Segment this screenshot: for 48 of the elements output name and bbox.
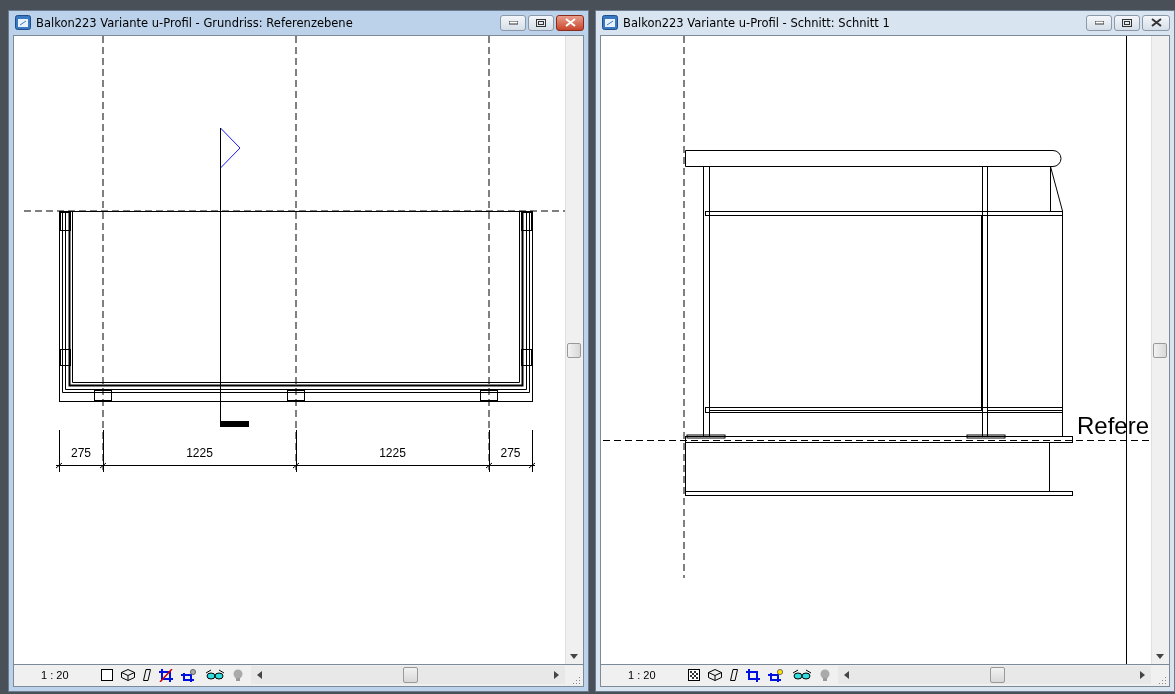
resize-grip-icon[interactable] [571,674,580,684]
dimension-text: 1225 [379,445,406,460]
maximize-button[interactable] [1114,14,1140,31]
glasses-icon[interactable] [205,669,225,682]
resize-grip-icon[interactable] [1157,674,1166,684]
crop-lightbulb-icon[interactable] [768,668,784,682]
cube-icon[interactable] [708,669,722,682]
scrollbar-thumb[interactable] [990,667,1005,684]
restore-icon [536,18,546,27]
glasses-icon[interactable] [792,669,812,682]
crop-icon[interactable] [746,668,760,682]
dimension-text: 275 [71,445,91,460]
vertical-scrollbar[interactable] [1151,35,1169,664]
parallelogram-icon[interactable] [730,669,738,682]
close-button[interactable] [1142,14,1170,31]
window-title: Balkon223 Variante u-Profil - Grundriss: Referenzebene [36,15,353,30]
scrollbar-thumb[interactable] [403,667,418,684]
scale-label[interactable]: 1 : 20 [628,669,688,682]
scroll-down-icon[interactable] [1156,653,1165,659]
window-title: Balkon223 Variante u-Profil - Schnitt: Schnitt 1 [623,15,890,30]
parallelogram-icon[interactable] [143,669,151,682]
minimize-icon [1094,20,1104,25]
scrollbar-thumb[interactable] [567,342,581,358]
app-icon [602,15,618,31]
restore-icon [1122,18,1132,27]
horizontal-scrollbar[interactable] [251,666,565,685]
crop-icon[interactable] [159,668,173,682]
app-icon [15,15,31,31]
scale-label[interactable]: 1 : 20 [41,669,101,682]
scroll-right-icon[interactable] [1140,671,1145,680]
scroll-left-icon[interactable] [257,671,262,680]
close-button[interactable] [556,14,584,31]
close-icon [564,18,576,28]
dimension-text: 275 [500,445,521,460]
maximize-button[interactable] [528,14,554,31]
scroll-right-icon[interactable] [554,671,559,680]
scroll-down-icon[interactable] [570,653,578,659]
horizontal-scrollbar[interactable] [838,666,1151,685]
minimize-icon [508,20,518,25]
cube-icon[interactable] [121,669,135,682]
scroll-left-icon[interactable] [844,671,849,680]
close-icon [1150,18,1162,28]
checkered-square-icon[interactable] [688,669,700,682]
vertical-scrollbar[interactable] [565,35,583,664]
scrollbar-thumb[interactable] [1153,342,1168,358]
dimension-text: 1225 [186,445,213,460]
crop-lightbulb-icon[interactable] [181,668,197,682]
square-icon[interactable] [101,669,113,682]
